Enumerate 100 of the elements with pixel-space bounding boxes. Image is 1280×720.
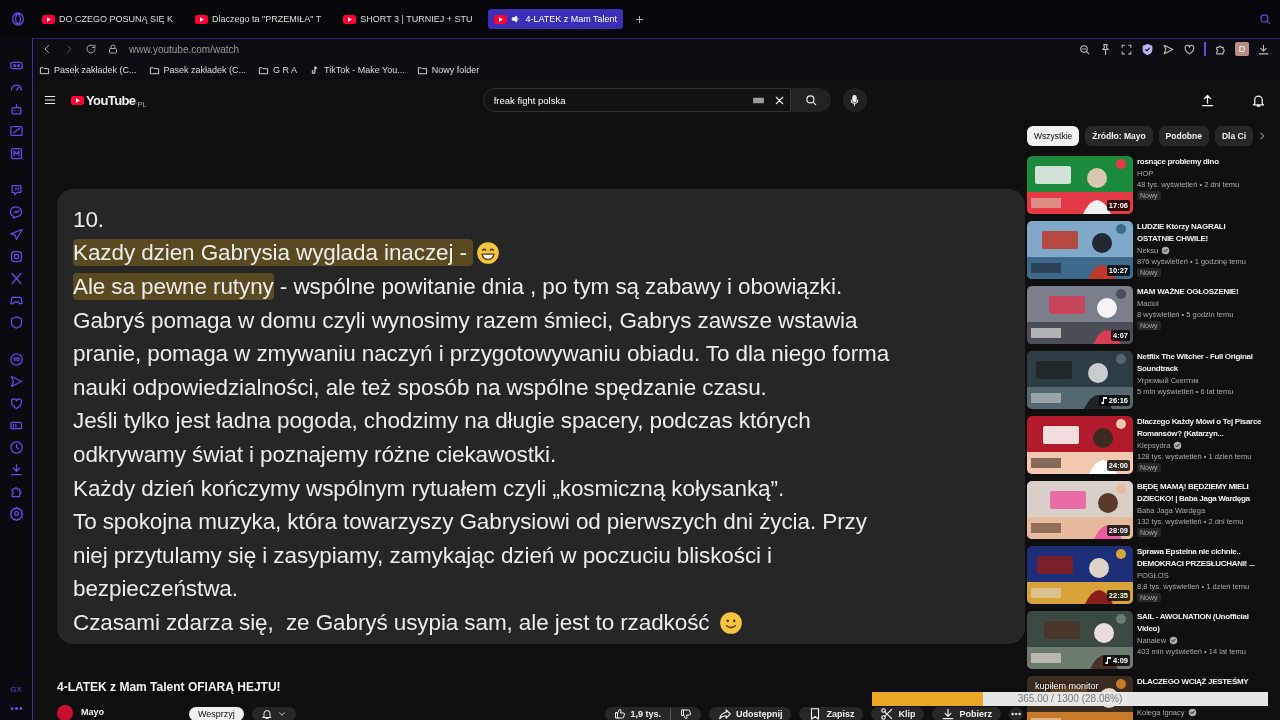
video-title[interactable]: SAIL - AWOLNATION (Unofficial Video): [1137, 611, 1264, 635]
bookmark[interactable]: G R A: [258, 64, 298, 76]
paper-plane-icon[interactable]: [8, 227, 24, 242]
support-button[interactable]: Wesprzyj: [189, 707, 244, 720]
pin-icon[interactable]: [1099, 42, 1112, 56]
caption-text: Jeśli tylko jest ładna pogoda, chodzimy na długie spacery, podczas których: [73, 408, 811, 435]
more-button[interactable]: [1009, 707, 1023, 720]
video-title[interactable]: Dlaczego Każdy Mówi o Tej Pisarce Romansów? (Katarzyn...: [1137, 416, 1264, 440]
video-title[interactable]: MAM WAŻNE OGŁOSZENIE!: [1137, 286, 1264, 298]
search-icon[interactable]: [1258, 12, 1272, 26]
caption-text: nauki odpowiedzialności, ale też sposób na wspólne spędzanie czasu.: [73, 374, 767, 401]
action-button[interactable]: Zapisz: [799, 707, 864, 720]
browser-tab[interactable]: Dlaczego ta "PRZEMIŁA" T: [189, 9, 328, 29]
sidebar-label[interactable]: GX: [10, 685, 22, 694]
search-icon: [803, 93, 818, 107]
snapshot-icon[interactable]: [1120, 42, 1133, 56]
music-note-icon: [1100, 397, 1107, 404]
voice-search-button[interactable]: [842, 88, 867, 112]
browser-tab[interactable]: SHORT 3 | TURNIEJ + STU: [337, 9, 479, 29]
send-icon[interactable]: [1162, 42, 1175, 56]
heart-icon[interactable]: [1183, 42, 1196, 56]
scissors-icon: [880, 707, 895, 720]
address-bar[interactable]: www.youtube.com/watch: [129, 43, 240, 55]
search-button[interactable]: [790, 88, 831, 112]
plus-icon: [634, 13, 646, 25]
bookmark[interactable]: TikTok - Make You...: [309, 64, 405, 76]
video-title[interactable]: LUDZIE Którzy NAGRALI OSTATNIE CHWILE!: [1137, 221, 1264, 245]
bookmark[interactable]: Nowy folder: [416, 64, 480, 76]
bell-icon[interactable]: [1251, 92, 1266, 108]
verified-icon: [1173, 441, 1183, 450]
caption-text: Ale sa pewne rutyny - wspólne powitanie dnia , po tym są zabawy i obowiązki.: [73, 274, 843, 300]
video-site-icon: [195, 14, 209, 24]
bookmark[interactable]: Pasek zakładek (C...: [39, 64, 137, 76]
filter-chip[interactable]: Wszystkie: [1027, 126, 1080, 146]
speaker-icon: [511, 14, 522, 24]
x-icon[interactable]: [8, 271, 24, 286]
caption-text: Czasami zdarza się, ze Gabryś usypia sam, ale jest to rzadkość: [73, 609, 711, 636]
verified-icon: [1169, 636, 1179, 645]
filter-chip[interactable]: Podobne: [1158, 126, 1209, 146]
download-icon: [941, 707, 956, 720]
lock-icon: [107, 43, 119, 55]
clock-icon[interactable]: [8, 440, 24, 455]
video-title[interactable]: rosnące problemy dino: [1137, 156, 1264, 168]
messenger-icon[interactable]: [8, 205, 24, 220]
play-logo-icon: [71, 95, 84, 105]
caption-text: Każdy dzień kończymy wspólnym rytuałem czyli „kosmiczną kołysanką”.: [73, 475, 785, 502]
video-frame[interactable]: [57, 189, 1025, 644]
menu-icon[interactable]: [43, 93, 57, 107]
caption-text: Gabryś pomaga w domu czyli wynosimy razem śmieci, Gabrys zawsze wstawia: [73, 307, 858, 334]
music-disc-icon[interactable]: [8, 352, 24, 367]
video-title[interactable]: BĘDĘ MAMĄ! BĘDZIEMY MIELI DZIECKO! | Baba Jaga Wardęga: [1137, 481, 1264, 505]
caption-text: niej przytulamy się i zasypiamy, zamykając dzień w poczuciu bliskości i: [73, 542, 772, 569]
video-title[interactable]: Sprawa Epsteina nie cichnie.. DEMOKRACI PRZESŁUCHANI! ...: [1137, 546, 1264, 570]
verified-icon: [1187, 708, 1197, 717]
filter-chip[interactable]: Źródło: Mayo: [1085, 126, 1153, 146]
settings-icon[interactable]: [8, 506, 24, 521]
channel-avatar[interactable]: [57, 705, 73, 720]
browser-tab[interactable]: DO CZEGO POSUNĄ SIĘ K: [36, 9, 180, 29]
camera-icon[interactable]: [8, 249, 24, 264]
video-site-icon: [42, 14, 55, 24]
search-field[interactable]: freak fight polska: [493, 94, 744, 106]
folder-icon: [148, 64, 160, 76]
screen-icon[interactable]: [8, 124, 24, 139]
caption-text: bezpieczeństwa.: [73, 576, 238, 603]
zoom-out-icon[interactable]: [1078, 42, 1091, 56]
action-button[interactable]: Udostępnij: [708, 707, 792, 720]
bookmark[interactable]: Pasek zakładek (C...: [148, 64, 247, 76]
goal-title: kupiłem monitor: [1035, 681, 1099, 691]
filter-chip[interactable]: Dla Ci: [1214, 126, 1254, 146]
caption-text: pranie, pomaga w zmywaniu naczyń i przygotowywaniu obiadu. To dla niego forma: [73, 341, 890, 368]
thumbs-up-icon: [614, 708, 627, 720]
caption-text: To spokojna muzyka, która towarzyszy Gabrysiowi od pierwszych dni życia. Przy: [73, 509, 867, 536]
action-button[interactable]: Klip: [871, 707, 925, 720]
shield-icon[interactable]: [1141, 42, 1154, 56]
robot-icon[interactable]: [8, 102, 24, 117]
notification-button[interactable]: [251, 707, 296, 720]
share-icon: [717, 707, 732, 720]
caption-text: odkrywamy świat i poznajemy różne ciekawostki.: [73, 441, 557, 468]
folder-icon: [258, 64, 270, 76]
video-title[interactable]: Netflix The Witcher - Full Original Soundtrack: [1137, 351, 1264, 375]
music-note-icon: [1105, 657, 1111, 664]
download-icon[interactable]: [1257, 42, 1270, 56]
video-title: 4-LATEK z Mam Talent OFIARĄ HEJTU!: [57, 680, 282, 694]
bell-icon: [260, 708, 273, 720]
grinning-face-icon: [475, 240, 502, 267]
smiling-face-icon: [717, 609, 744, 636]
caption-text: 10.: [73, 206, 104, 233]
video-site-icon: [343, 14, 357, 24]
folder-icon: [416, 64, 428, 76]
m-square-icon[interactable]: [8, 146, 24, 161]
folder-icon: [39, 64, 50, 76]
channel-name[interactable]: Mayo: [81, 707, 181, 718]
ring-logo-icon[interactable]: [10, 11, 26, 27]
browser-tab[interactable]: 4-LATEK z Mam Talent: [488, 9, 624, 29]
verified-icon: [1161, 246, 1171, 255]
reload-icon[interactable]: [85, 43, 97, 55]
search-box[interactable]: freak fight polska: [482, 88, 791, 112]
video-title[interactable]: DLACZEGO WCIĄŻ JESTEŚMY: [1137, 676, 1264, 688]
action-button[interactable]: Pobierz: [932, 707, 1001, 720]
upload-icon[interactable]: [1200, 92, 1215, 108]
